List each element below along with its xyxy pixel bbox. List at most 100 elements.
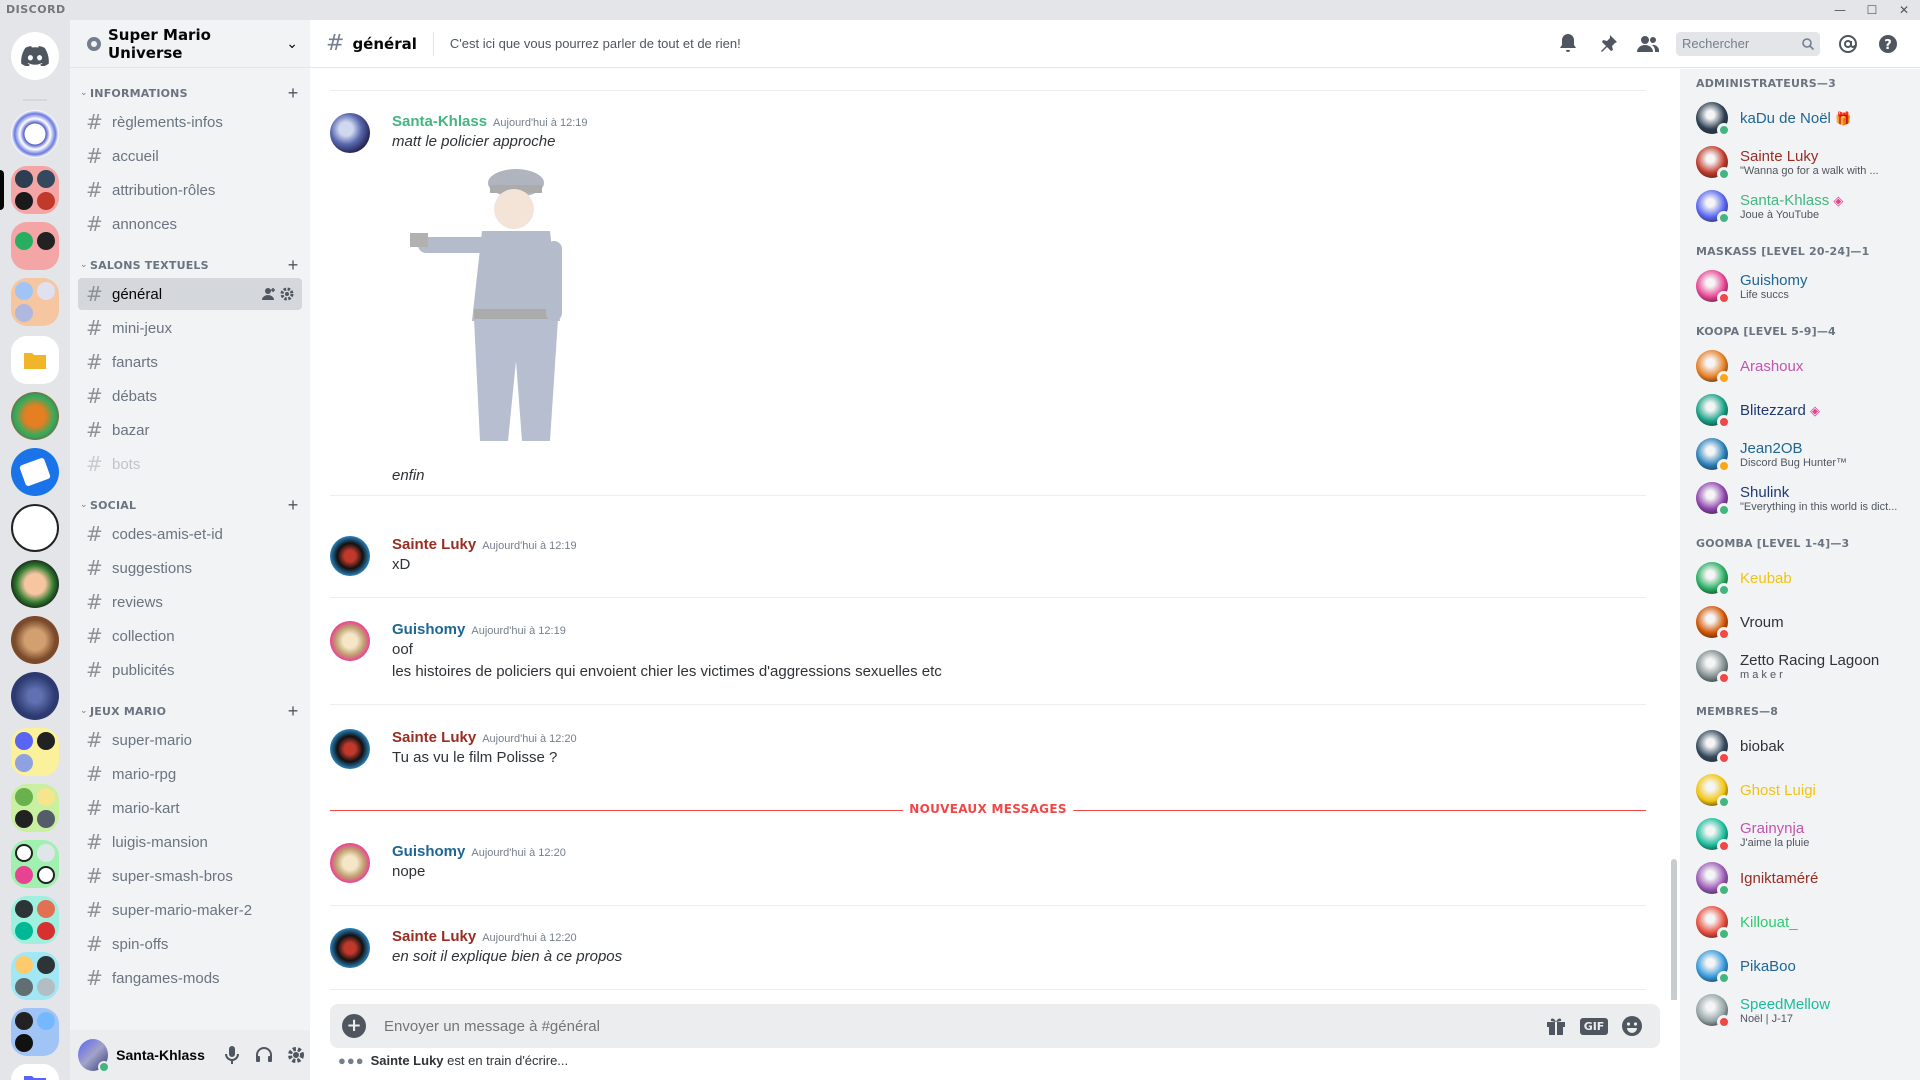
server-icon[interactable]	[11, 110, 59, 158]
server-header[interactable]: Super Mario Universe ⌄	[70, 20, 310, 68]
create-channel-plus-icon[interactable]: +	[284, 256, 302, 274]
member-item[interactable]: Grainynja J'aime la pluie	[1696, 813, 1912, 855]
close-button[interactable]: ✕	[1888, 0, 1920, 20]
channel-item[interactable]: # annonces	[78, 208, 302, 240]
gift-icon[interactable]	[1542, 1014, 1570, 1038]
member-item[interactable]: SpeedMellow Noël | J-17	[1696, 989, 1912, 1031]
channel-item[interactable]: # fangames-mods	[78, 962, 302, 994]
search-input[interactable]: Rechercher	[1676, 31, 1820, 56]
server-icon[interactable]	[11, 560, 59, 608]
server-folder[interactable]	[11, 222, 59, 270]
channel-item[interactable]: # mario-kart	[78, 792, 302, 824]
server-folder[interactable]	[11, 896, 59, 944]
server-icon[interactable]	[11, 672, 59, 720]
member-item[interactable]: kaDu de Noël 🎁	[1696, 97, 1912, 139]
channel-item[interactable]: # super-mario-maker-2	[78, 894, 302, 926]
channel-item[interactable]: # super-smash-bros	[78, 860, 302, 892]
channel-item[interactable]: # débats	[78, 380, 302, 412]
invite-user-icon[interactable]	[260, 285, 278, 303]
police-officer-image[interactable]	[410, 161, 600, 451]
upload-plus-icon[interactable]: +	[342, 1014, 366, 1038]
minimize-button[interactable]: —	[1824, 0, 1856, 20]
chevron-down-icon[interactable]: ⌄	[286, 36, 298, 52]
server-icon[interactable]	[11, 616, 59, 664]
create-channel-plus-icon[interactable]: +	[284, 84, 302, 102]
notification-bell-icon[interactable]	[1552, 32, 1584, 56]
channel-item[interactable]: # spin-offs	[78, 928, 302, 960]
member-item[interactable]: Keubab	[1696, 557, 1912, 599]
channel-item[interactable]: # mario-rpg	[78, 758, 302, 790]
server-folder[interactable]	[11, 728, 59, 776]
message-author[interactable]: Sainte Luky	[392, 536, 476, 553]
channel-settings-gear-icon[interactable]	[278, 285, 296, 303]
pin-icon[interactable]	[1592, 32, 1624, 56]
server-icon[interactable]	[11, 448, 59, 496]
member-item[interactable]: Sainte Luky "Wanna go for a walk with ...	[1696, 141, 1912, 183]
message-author[interactable]: Guishomy	[392, 843, 465, 860]
channel-item[interactable]: # bazar	[78, 414, 302, 446]
message-author[interactable]: Sainte Luky	[392, 928, 476, 945]
channel-item[interactable]: # publicités	[78, 654, 302, 686]
server-folder[interactable]	[11, 840, 59, 888]
server-icon[interactable]	[11, 392, 59, 440]
channel-item[interactable]: # règlements-infos	[78, 106, 302, 138]
member-item[interactable]: Igniktaméré	[1696, 857, 1912, 899]
channel-item[interactable]: # reviews	[78, 586, 302, 618]
maximize-button[interactable]: ☐	[1856, 0, 1888, 20]
members-list-icon[interactable]	[1632, 32, 1664, 56]
channel-item[interactable]: # super-mario	[78, 724, 302, 756]
server-folder[interactable]	[11, 166, 59, 214]
message-author[interactable]: Santa-Khlass	[392, 113, 487, 130]
channel-item[interactable]: # bots	[78, 448, 302, 480]
folder-icon[interactable]	[11, 1064, 59, 1080]
channel-item[interactable]: # mini-jeux	[78, 312, 302, 344]
server-icon[interactable]	[11, 504, 59, 552]
headphones-icon[interactable]	[250, 1041, 278, 1069]
member-item[interactable]: Vroum	[1696, 601, 1912, 643]
emoji-icon[interactable]	[1618, 1014, 1646, 1038]
member-item[interactable]: Santa-Khlass ◈ Joue à YouTube	[1696, 185, 1912, 227]
avatar[interactable]	[330, 928, 370, 968]
member-item[interactable]: Jean2OB Discord Bug Hunter™	[1696, 433, 1912, 475]
member-item[interactable]: Killouat_	[1696, 901, 1912, 943]
mentions-at-icon[interactable]	[1832, 32, 1864, 56]
channel-item[interactable]: # fanarts	[78, 346, 302, 378]
avatar[interactable]	[330, 536, 370, 576]
category-header[interactable]: ⌄ INFORMATIONS +	[78, 84, 302, 102]
channel-item[interactable]: # codes-amis-et-id	[78, 518, 302, 550]
member-item[interactable]: Shulink "Everything in this world is dict…	[1696, 477, 1912, 519]
create-channel-plus-icon[interactable]: +	[284, 702, 302, 720]
category-header[interactable]: ⌄ SALONS TEXTUELS +	[78, 256, 302, 274]
category-header[interactable]: ⌄ JEUX MARIO +	[78, 702, 302, 720]
help-icon[interactable]: ?	[1872, 32, 1904, 56]
create-channel-plus-icon[interactable]: +	[284, 496, 302, 514]
member-item[interactable]: Ghost Luigi	[1696, 769, 1912, 811]
message-author[interactable]: Guishomy	[392, 621, 465, 638]
message-author[interactable]: Sainte Luky	[392, 729, 476, 746]
channel-item[interactable]: # luigis-mansion	[78, 826, 302, 858]
server-folder[interactable]	[11, 952, 59, 1000]
avatar[interactable]	[330, 843, 370, 883]
server-folder[interactable]	[11, 784, 59, 832]
server-folder[interactable]	[11, 278, 59, 326]
channel-item[interactable]: # général	[78, 278, 302, 310]
folder-icon[interactable]	[11, 336, 59, 384]
message-input[interactable]	[384, 1017, 1542, 1035]
avatar[interactable]	[78, 1039, 111, 1073]
member-item[interactable]: Blitezzard ◈	[1696, 389, 1912, 431]
avatar[interactable]	[330, 729, 370, 769]
channel-item[interactable]: # collection	[78, 620, 302, 652]
microphone-icon[interactable]	[218, 1041, 246, 1069]
member-item[interactable]: PikaBoo	[1696, 945, 1912, 987]
scrollbar[interactable]	[1671, 859, 1677, 1000]
server-folder[interactable]	[11, 1008, 59, 1056]
home-button[interactable]	[11, 32, 59, 80]
member-item[interactable]: Arashoux	[1696, 345, 1912, 387]
member-item[interactable]: Guishomy Life succs	[1696, 265, 1912, 307]
gif-button[interactable]: GIF	[1579, 1014, 1609, 1038]
member-item[interactable]: biobak	[1696, 725, 1912, 767]
channel-item[interactable]: # suggestions	[78, 552, 302, 584]
avatar[interactable]	[330, 621, 370, 661]
avatar[interactable]	[330, 113, 370, 153]
channel-item[interactable]: # attribution-rôles	[78, 174, 302, 206]
